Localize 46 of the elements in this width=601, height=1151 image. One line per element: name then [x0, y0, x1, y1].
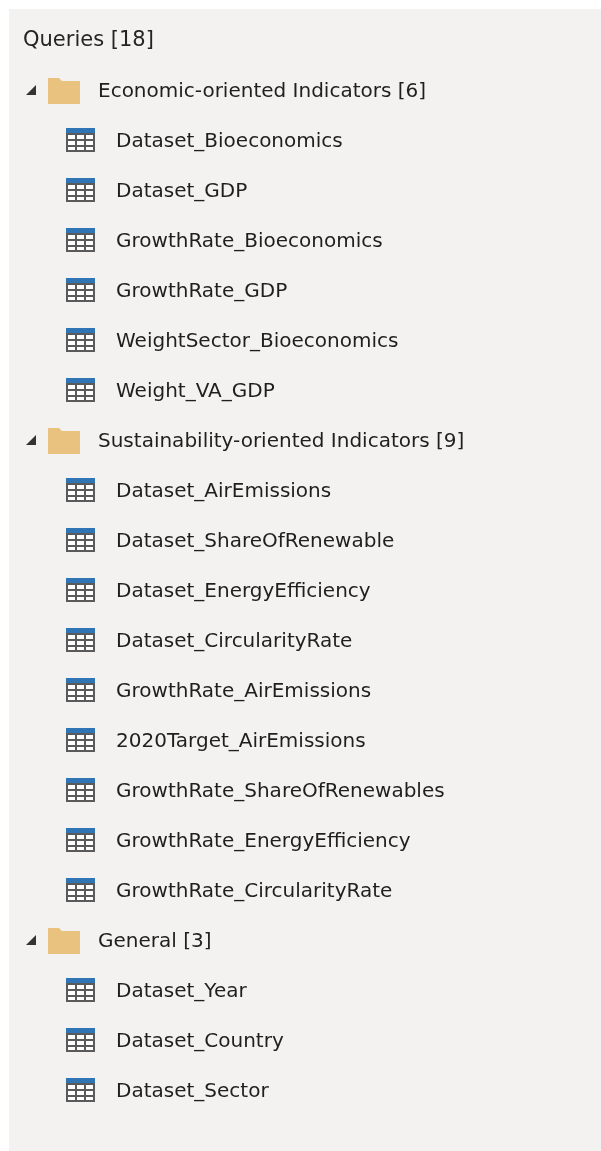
table-icon [66, 828, 95, 852]
table-icon [66, 628, 95, 652]
query-item[interactable]: Dataset_Sector [9, 1065, 601, 1115]
table-icon [66, 478, 95, 502]
query-item[interactable]: 2020Target_AirEmissions [9, 715, 601, 765]
folder-item[interactable]: General [3] [9, 915, 601, 965]
table-icon [66, 178, 95, 202]
table-icon [66, 1028, 95, 1052]
folder-item[interactable]: Sustainability-oriented Indicators [9] [9, 415, 601, 465]
table-icon [66, 278, 95, 302]
query-item[interactable]: Dataset_Year [9, 965, 601, 1015]
expand-triangle-icon[interactable] [25, 434, 37, 446]
table-icon [66, 678, 95, 702]
table-icon [66, 328, 95, 352]
query-item[interactable]: Weight_VA_GDP [9, 365, 601, 415]
table-icon [66, 228, 95, 252]
query-item[interactable]: Dataset_AirEmissions [9, 465, 601, 515]
query-item[interactable]: Dataset_ShareOfRenewable [9, 515, 601, 565]
query-item[interactable]: GrowthRate_ShareOfRenewables [9, 765, 601, 815]
panel-title: Queries [18] [22, 26, 155, 53]
query-item[interactable]: Dataset_Country [9, 1015, 601, 1065]
table-icon [66, 378, 95, 402]
query-item[interactable]: GrowthRate_CircularityRate [9, 865, 601, 915]
table-icon [66, 878, 95, 902]
table-icon [66, 778, 95, 802]
folder-item[interactable]: Economic-oriented Indicators [6] [9, 65, 601, 115]
table-icon [66, 728, 95, 752]
folder-icon [48, 426, 80, 454]
table-icon [66, 578, 95, 602]
expand-triangle-icon[interactable] [25, 934, 37, 946]
folder-icon [48, 926, 80, 954]
query-item[interactable]: Dataset_CircularityRate [9, 615, 601, 665]
table-icon [66, 528, 95, 552]
query-item[interactable]: GrowthRate_Bioeconomics [9, 215, 601, 265]
query-item[interactable]: WeightSector_Bioeconomics [9, 315, 601, 365]
folder-icon [48, 76, 80, 104]
expand-triangle-icon[interactable] [25, 84, 37, 96]
table-icon [66, 128, 95, 152]
query-item[interactable]: GrowthRate_AirEmissions [9, 665, 601, 715]
table-icon [66, 1078, 95, 1102]
query-item[interactable]: Dataset_GDP [9, 165, 601, 215]
query-item[interactable]: Dataset_Bioeconomics [9, 115, 601, 165]
query-item[interactable]: GrowthRate_GDP [9, 265, 601, 315]
query-item[interactable]: Dataset_EnergyEfficiency [9, 565, 601, 615]
query-item[interactable]: GrowthRate_EnergyEfficiency [9, 815, 601, 865]
table-icon [66, 978, 95, 1002]
